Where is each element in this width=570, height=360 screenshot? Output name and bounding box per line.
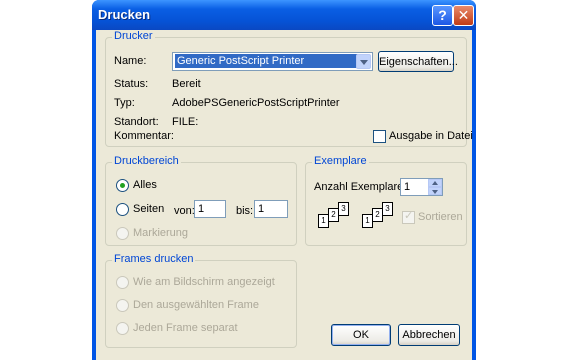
collate-page: 1 — [362, 214, 373, 228]
range-selection-radio[interactable] — [116, 227, 129, 240]
range-pages-radio[interactable] — [116, 203, 129, 216]
collate-page: 3 — [338, 202, 349, 216]
copies-group: Exemplare Anzahl Exemplare: 1 3 2 1 3 2 … — [305, 155, 467, 246]
print-to-file-checkbox[interactable] — [373, 130, 386, 143]
frames-option1-radio[interactable] — [116, 276, 129, 289]
type-value: AdobePSGenericPostScriptPrinter — [172, 97, 340, 109]
ok-button[interactable]: OK — [331, 324, 391, 346]
cancel-button[interactable]: Abbrechen — [398, 324, 460, 346]
help-icon: ? — [438, 7, 447, 23]
collate-page: 3 — [382, 202, 393, 216]
frames-option1-label[interactable]: Wie am Bildschirm angezeigt — [133, 276, 275, 288]
printer-group-legend: Drucker — [112, 30, 155, 42]
to-label: bis: — [236, 205, 254, 217]
dialog-body: Drucker Name: Generic PostScript Printer… — [96, 30, 473, 360]
title-bar[interactable]: Drucken ? ✕ — [92, 0, 476, 30]
location-label: Standort: — [114, 116, 159, 128]
properties-button[interactable]: Eigenschaften... — [378, 51, 458, 72]
frames-option2-radio[interactable] — [116, 299, 129, 312]
range-all-radio[interactable] — [116, 179, 129, 192]
collate-page: 1 — [318, 214, 329, 228]
print-to-file-label[interactable]: Ausgabe in Datei — [389, 130, 473, 142]
print-range-legend: Druckbereich — [112, 155, 181, 167]
spin-up-icon[interactable] — [428, 179, 442, 187]
copies-spinner[interactable] — [428, 179, 442, 195]
collate-page: 2 — [328, 208, 339, 222]
window-title: Drucken — [98, 7, 151, 22]
status-value: Bereit — [172, 78, 201, 90]
type-label: Typ: — [114, 97, 135, 109]
close-icon: ✕ — [457, 7, 470, 23]
frames-option3-radio[interactable] — [116, 322, 129, 335]
comment-label: Kommentar: — [114, 130, 174, 142]
collate-checkbox[interactable] — [402, 209, 415, 224]
spin-down-icon[interactable] — [428, 187, 442, 195]
printer-group: Drucker Name: Generic PostScript Printer… — [105, 30, 473, 147]
copies-legend: Exemplare — [312, 155, 369, 167]
range-all-label[interactable]: Alles — [133, 179, 157, 191]
range-selection-label[interactable]: Markierung — [133, 227, 188, 239]
frames-group: Frames drucken Wie am Bildschirm angezei… — [105, 253, 297, 348]
copies-count-label: Anzahl Exemplare: — [314, 181, 407, 193]
print-range-group: Druckbereich Alles Seiten von: 1 bis: 1 … — [105, 155, 297, 246]
frames-option3-label[interactable]: Jeden Frame separat — [133, 322, 238, 334]
name-label: Name: — [114, 55, 147, 67]
print-dialog: Drucken ? ✕ Drucker Name: Generic PostSc… — [92, 0, 476, 360]
printer-select-value: Generic PostScript Printer — [175, 54, 358, 68]
frames-option2-label[interactable]: Den ausgewählten Frame — [133, 299, 259, 311]
collate-page: 2 — [372, 208, 383, 222]
help-button[interactable]: ? — [432, 5, 453, 26]
from-input[interactable]: 1 — [194, 200, 226, 218]
collate-label[interactable]: Sortieren — [418, 211, 463, 223]
close-button[interactable]: ✕ — [453, 5, 474, 26]
location-value: FILE: — [172, 116, 199, 128]
printer-select[interactable]: Generic PostScript Printer — [172, 52, 373, 71]
status-label: Status: — [114, 78, 149, 90]
chevron-down-icon[interactable] — [356, 54, 371, 69]
to-input[interactable]: 1 — [254, 200, 288, 218]
from-label: von: — [174, 205, 195, 217]
frames-legend: Frames drucken — [112, 253, 196, 265]
range-pages-label[interactable]: Seiten — [133, 203, 164, 215]
